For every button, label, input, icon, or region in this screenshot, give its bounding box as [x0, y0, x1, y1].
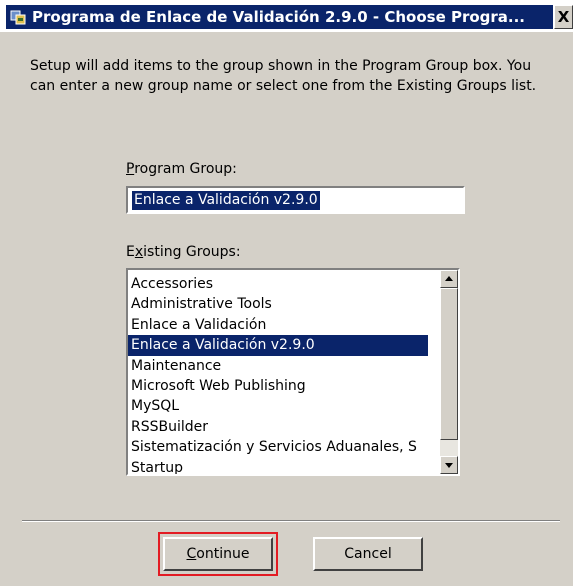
list-item[interactable]: MySQL [128, 396, 428, 416]
existing-groups-list[interactable]: Accessories Administrative Tools Enlace … [126, 268, 460, 476]
program-group-label: Program Group: [126, 161, 237, 177]
list-item[interactable]: Administrative Tools [128, 294, 428, 314]
program-group-input[interactable]: Enlace a Validación v2.9.0 [126, 186, 465, 214]
list-item[interactable]: RSSBuilder [128, 417, 428, 437]
continue-accesskey: C [186, 546, 197, 562]
divider [22, 520, 560, 522]
existing-groups-label-accesskey: x [134, 244, 144, 260]
list-item[interactable]: Maintenance [128, 356, 428, 376]
installer-icon [10, 10, 26, 25]
list-item[interactable]: Accessories [128, 274, 428, 294]
existing-groups-label: Existing Groups: [126, 244, 241, 260]
scroll-up-button[interactable] [440, 270, 458, 288]
window-title: Programa de Enlace de Validación 2.9.0 -… [32, 8, 526, 26]
program-group-label-accesskey: P [126, 161, 135, 177]
list-item[interactable]: Sistematización y Servicios Aduanales, S [128, 437, 428, 457]
arrow-down-icon [445, 463, 453, 468]
continue-label: ontinue [196, 546, 250, 562]
cancel-button[interactable]: Cancel [313, 537, 423, 571]
list-item-selected[interactable]: Enlace a Validación v2.9.0 [128, 335, 428, 356]
list-scrollbar[interactable] [440, 270, 458, 474]
scroll-thumb[interactable] [440, 288, 458, 440]
program-group-value: Enlace a Validación v2.9.0 [132, 191, 320, 210]
existing-groups-label-text: isting Groups: [143, 244, 241, 260]
continue-button[interactable]: Continue [158, 532, 278, 576]
close-button[interactable]: X [554, 5, 573, 29]
instructions-text: Setup will add items to the group shown … [30, 58, 537, 94]
program-group-label-text: rogram Group: [134, 161, 237, 177]
list-item[interactable]: Startup [128, 458, 428, 474]
setup-dialog: Programa de Enlace de Validación 2.9.0 -… [0, 0, 573, 586]
title-bar-frame: Programa de Enlace de Validación 2.9.0 -… [0, 0, 573, 32]
arrow-up-icon [445, 276, 453, 281]
existing-groups-items: Accessories Administrative Tools Enlace … [128, 274, 428, 474]
existing-groups-label-prefix: E [126, 244, 135, 260]
list-item[interactable]: Microsoft Web Publishing [128, 376, 428, 396]
list-item[interactable]: Enlace a Validación [128, 315, 428, 335]
cancel-label: Cancel [344, 546, 392, 562]
title-bar[interactable]: Programa de Enlace de Validación 2.9.0 -… [6, 5, 553, 29]
close-icon: X [557, 8, 570, 26]
scroll-down-button[interactable] [440, 456, 458, 474]
